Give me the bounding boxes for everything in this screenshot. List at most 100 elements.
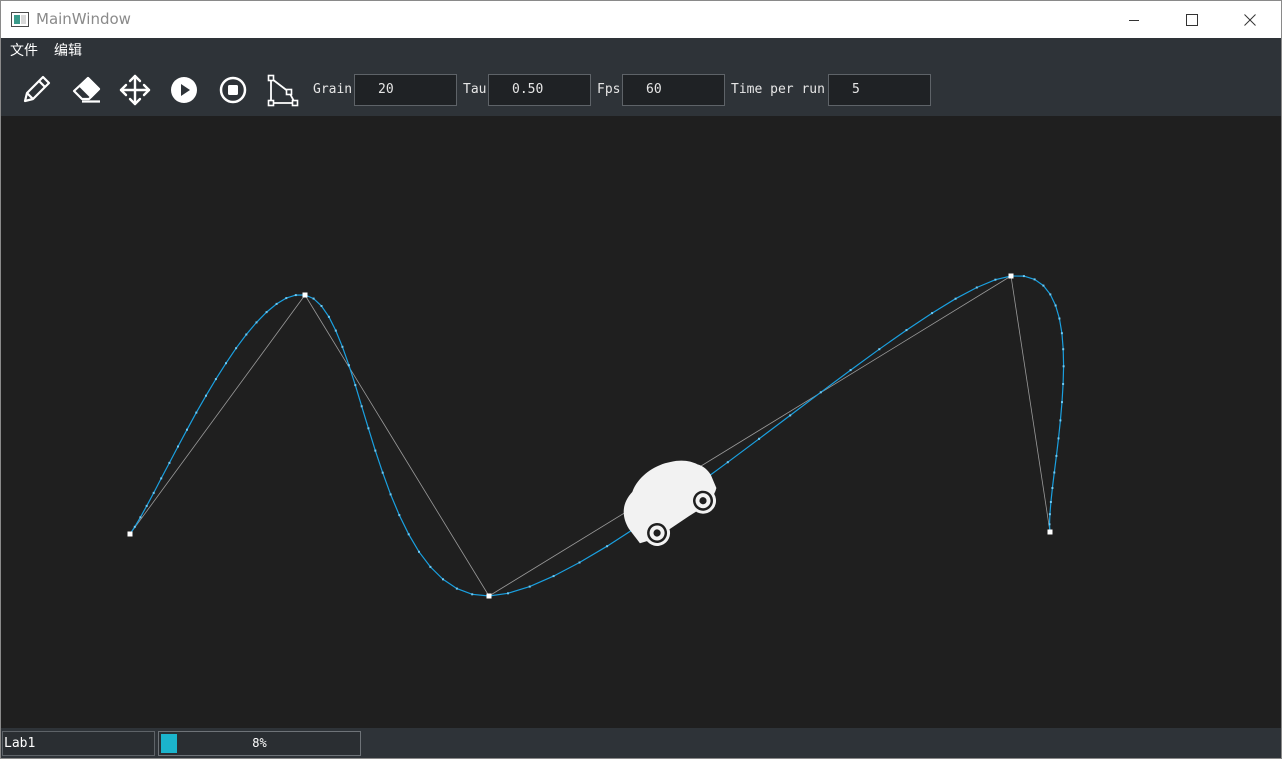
curve-sample-dot <box>1060 332 1063 335</box>
minimize-button[interactable] <box>1105 1 1163 38</box>
curve-sample-points <box>129 275 1065 597</box>
tau-input[interactable]: 0.50 <box>488 74 591 106</box>
menu-edit[interactable]: 编辑 <box>54 42 82 60</box>
play-button[interactable] <box>166 72 202 108</box>
curve-sample-dot <box>160 477 163 480</box>
curve-sample-dot <box>139 516 142 519</box>
stop-button[interactable] <box>215 72 251 108</box>
curve-sample-dot <box>168 461 171 464</box>
curve-sample-dot <box>1042 284 1045 287</box>
control-point[interactable] <box>486 593 492 599</box>
curve-sample-dot <box>418 550 420 553</box>
polyline-tool-button[interactable] <box>264 72 300 108</box>
curve-sample-dot <box>954 297 957 300</box>
curve-sample-dot <box>1057 437 1060 440</box>
curve-sample-dot <box>195 411 198 414</box>
play-icon <box>171 77 197 103</box>
status-label: Lab1 <box>2 731 155 756</box>
control-polygon <box>129 275 1051 597</box>
eraser-icon <box>72 76 101 103</box>
pencil-tool-button[interactable] <box>18 72 54 108</box>
curve-sample-dot <box>931 312 934 315</box>
fps-label: Fps <box>597 82 621 97</box>
curve-sample-dot <box>294 294 297 297</box>
curve-sample-dot <box>528 585 531 588</box>
control-point[interactable] <box>1047 529 1053 535</box>
close-button[interactable] <box>1221 1 1279 38</box>
curve-sample-dot <box>975 286 978 289</box>
time-per-run-label: Time per run <box>731 82 825 97</box>
curve-sample-dot <box>819 391 822 394</box>
curve-sample-dot <box>1062 365 1065 368</box>
control-point[interactable] <box>302 292 308 298</box>
curve-sample-dot <box>789 414 792 417</box>
grain-label: Grain <box>313 82 353 97</box>
time-per-run-input[interactable]: 5 <box>828 74 931 106</box>
curve-sample-dot <box>726 461 729 464</box>
control-polygon-segment <box>304 294 490 597</box>
eraser-tool-button[interactable] <box>68 72 104 108</box>
curve-sample-dot <box>214 378 217 381</box>
control-point[interactable] <box>127 531 133 537</box>
fps-input[interactable]: 60 <box>622 74 725 106</box>
control-polygon-segment <box>1010 275 1051 533</box>
curve-sample-dot <box>205 394 207 397</box>
curve-sample-dot <box>429 565 432 568</box>
curve-sample-dot <box>1058 317 1061 320</box>
curve-sample-dot <box>507 592 509 595</box>
car-sprite <box>623 460 717 546</box>
curve-sample-dot <box>152 491 155 494</box>
curve-sample-dot <box>312 297 315 300</box>
curve-sample-dot <box>285 297 288 300</box>
move-tool-button[interactable] <box>117 72 153 108</box>
curve-sample-dot <box>578 561 581 564</box>
curve-sample-dot <box>994 278 997 281</box>
curve-sample-dot <box>347 364 350 367</box>
maximize-icon <box>1186 13 1198 26</box>
curve-sample-dot <box>327 315 330 318</box>
control-point[interactable] <box>1008 273 1014 279</box>
close-icon <box>1244 13 1256 26</box>
pencil-icon <box>23 75 51 103</box>
curve-sample-dot <box>455 587 458 590</box>
curve-sample-dot <box>1049 293 1052 296</box>
control-polygon-segment <box>488 275 1012 597</box>
menu-file[interactable]: 文件 <box>10 42 38 60</box>
tau-label: Tau <box>463 82 487 97</box>
curve-canvas-svg[interactable] <box>1 116 1281 728</box>
curve-sample-dot <box>758 437 761 440</box>
drawing-canvas[interactable] <box>1 116 1281 728</box>
curve-sample-dot <box>849 369 852 372</box>
curve-sample-dot <box>1022 275 1025 278</box>
status-bar: Lab1 8% <box>1 728 1281 758</box>
curve-sample-dot <box>133 525 136 528</box>
curve-sample-dot <box>878 348 881 351</box>
maximize-button[interactable] <box>1163 1 1221 38</box>
curve-sample-dot <box>1048 523 1051 526</box>
spline-curve <box>129 275 1065 597</box>
polyline-icon <box>267 74 299 107</box>
curve-sample-dot <box>177 445 179 448</box>
curve-sample-dot <box>905 329 908 332</box>
control-points <box>127 273 1053 599</box>
app-icon <box>11 12 29 27</box>
curve-sample-dot <box>1061 401 1063 404</box>
curve-sample-dot <box>1059 419 1062 422</box>
curve-sample-dot <box>1049 501 1052 503</box>
curve-sample-dot <box>235 347 238 350</box>
curve-sample-dot <box>1062 383 1065 385</box>
curve-sample-dot <box>265 311 268 314</box>
title-bar[interactable]: MainWindow <box>1 1 1281 38</box>
grain-input[interactable]: 20 <box>354 74 457 106</box>
minimize-icon <box>1129 19 1139 21</box>
curve-sample-dot <box>186 428 188 431</box>
curve-sample-dot <box>275 302 278 305</box>
curve-sample-dot <box>1055 454 1058 457</box>
stop-icon <box>219 76 247 104</box>
curve-sample-dot <box>245 333 248 336</box>
progress-text: 8% <box>252 736 267 750</box>
curve-sample-dot <box>225 362 227 365</box>
curve-sample-dot <box>407 533 410 536</box>
curve-sample-dot <box>1033 278 1036 281</box>
control-polygon-segment <box>129 294 306 535</box>
